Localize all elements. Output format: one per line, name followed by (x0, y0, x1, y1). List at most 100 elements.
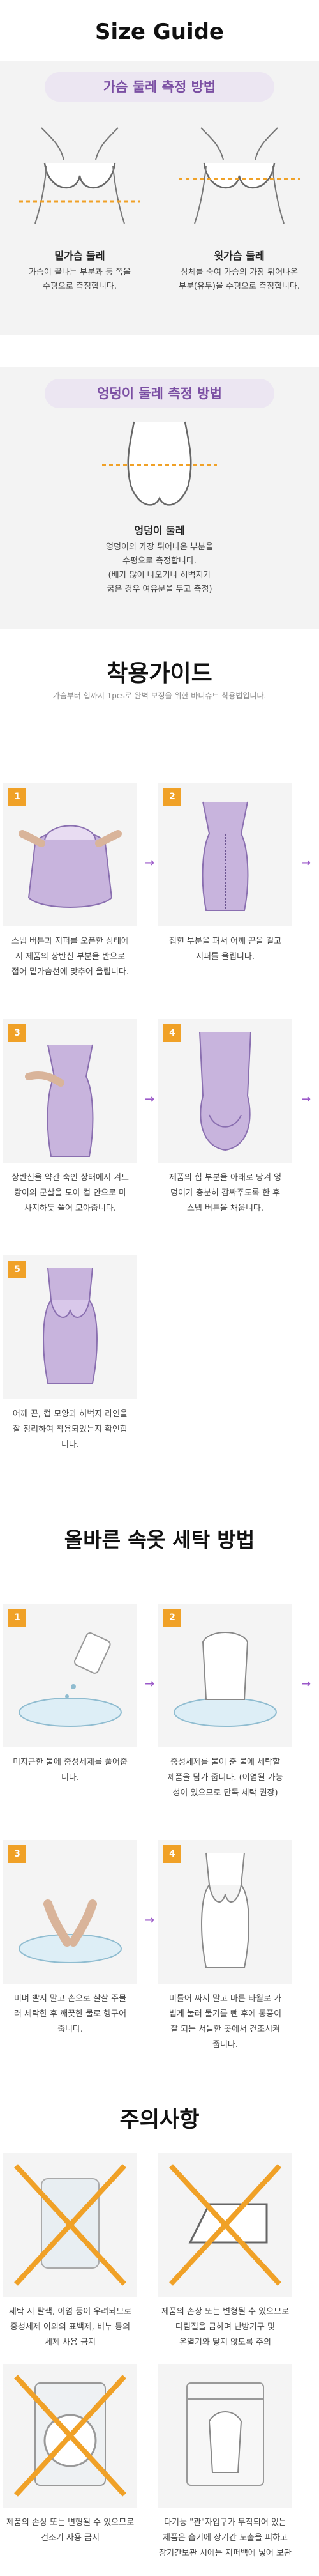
washing-step-3-image: 3 (3, 1840, 137, 1984)
wearing-step-4-text: 제품의 힙 부분을 아래로 당겨 엉 덩이가 충분히 감싸주도록 한 후 스냅 … (158, 1163, 292, 1216)
washing-step-4-line-1: 비틀어 짜지 말고 마른 타월로 가 (168, 1994, 282, 2004)
caution-2-image (158, 2153, 292, 2297)
wearing-step-3-line-3: 사지하듯 쓸어 모아줍니다. (24, 1204, 116, 1213)
caution-4-line-2: 제품은 습기에 장기간 노출을 피하고 (163, 2533, 288, 2543)
washing-step-1: 1 미지근한 물에 중성세제를 풀어줍 니다. (3, 1604, 137, 1786)
wearing-step-1-image: 1 (3, 783, 137, 926)
hip-figure (102, 421, 217, 506)
under-bust-label: 밑가슴 둘레 (54, 250, 105, 262)
hip-banner: 엉덩이 둘레 측정 방법 (45, 379, 274, 408)
caution-1-text: 세탁 시 탈색, 이염 등이 우려되므로 중성세제 이외의 표백제, 비누 등의… (3, 2297, 137, 2350)
washing-arrow-1: → (145, 1677, 155, 1690)
wearing-step-1-line-2: 서 제품의 상반신 부분을 반으로 (15, 952, 125, 962)
caution-4-line-3: 장기간보관 시에는 지퍼백에 넣어 보관 (159, 2549, 292, 2558)
caution-1: 세탁 시 탈색, 이염 등이 우려되므로 중성세제 이외의 표백제, 비누 등의… (3, 2153, 137, 2350)
top-bust-label: 윗가슴 둘레 (214, 250, 265, 262)
wearing-guide-title: 착용가이드 (107, 661, 212, 687)
caution-2-text: 제품의 손상 또는 변형될 수 있으므로 다림질을 금하며 난방기구 및 온열기… (158, 2297, 292, 2350)
wearing-step-3: 3 상반신을 약간 숙인 상태에서 겨드 랑이의 군살을 모아 컵 안으로 마 … (3, 1019, 137, 1216)
washing-step-1-image: 1 (3, 1604, 137, 1747)
wearing-step-1-line-1: 스냅 버튼과 지퍼를 오픈한 상태에 (11, 937, 129, 946)
wearing-step-3-number: 3 (8, 1024, 26, 1042)
hip-caption: 엉덩이 둘레 엉덩이의 가장 튀어나온 부분을 수평으로 측정합니다. (배가 … (83, 524, 236, 597)
caution-4: 다기능 "관"자업구가 무작되어 있는 제품은 습기에 장기간 노출을 피하고 … (158, 2364, 292, 2561)
top-bust-desc-1: 상체를 숙여 가슴의 가장 튀어나온 (181, 268, 298, 277)
caution-1-line-2: 중성세제 이외의 표백제, 비누 등의 (10, 2322, 131, 2332)
hip-desc-1: 엉덩이의 가장 튀어나온 부분을 (106, 542, 213, 552)
wearing-step-4-line-2: 덩이가 충분히 감싸주도록 한 후 (170, 1188, 280, 1198)
caution-2: 제품의 손상 또는 변형될 수 있으므로 다림질을 금하며 난방기구 및 온열기… (158, 2153, 292, 2350)
wearing-step-3-text: 상반신을 약간 숙인 상태에서 겨드 랑이의 군살을 모아 컵 안으로 마 사지… (3, 1163, 137, 1216)
caution-1-line-1: 세탁 시 탈색, 이염 등이 우려되므로 (8, 2307, 132, 2317)
page: Size Guide 가슴 둘레 측정 방법 밑가슴 둘레 가슴이 끝나는 부분… (0, 0, 319, 2576)
caution-3-text: 제품의 손상 또는 변형될 수 있으므로 건조기 사용 금지 (3, 2508, 137, 2546)
wearing-step-5: 5 어깨 끈, 컵 모양과 허벅지 라인을 잘 정리하여 착용되었는지 확인합 … (3, 1255, 137, 1453)
washing-step-2-image: 2 (158, 1604, 292, 1747)
caution-3-line-1: 제품의 손상 또는 변형될 수 있으므로 (6, 2518, 135, 2527)
wearing-step-3-image: 3 (3, 1019, 137, 1163)
step-arrow-2: → (301, 856, 311, 870)
wearing-step-4-image: 4 (158, 1019, 292, 1163)
washing-step-2-line-2: 제품을 담가 줍니다. (이염될 가능 (167, 1773, 283, 1782)
washing-step-1-text: 미지근한 물에 중성세제를 풀어줍 니다. (3, 1747, 137, 1786)
washing-step-3-line-1: 비벼 빨지 말고 손으로 살살 주물 (13, 1994, 127, 2004)
hip-desc-4: 굵은 경우 여유분을 두고 측정) (107, 585, 212, 594)
no-ironing-icon (169, 2164, 281, 2286)
washing-step-3-line-2: 러 세탁한 후 깨끗한 물로 헹구어 (13, 2009, 127, 2019)
wearing-step-3-line-2: 랑이의 군살을 모아 컵 안으로 마 (13, 1188, 127, 1198)
washing-title: 올바른 속옷 세탁 방법 (64, 1528, 255, 1552)
wearing-step-4-line-3: 스냅 버튼을 채웁니다. (186, 1204, 264, 1213)
wearing-step-5-image: 5 (3, 1255, 137, 1399)
no-bleach-icon (14, 2164, 126, 2286)
size-guide-title: Size Guide (95, 19, 224, 45)
washing-step-4-line-4: 줍니다. (212, 2040, 238, 2050)
wearing-step-2-image: 2 (158, 783, 292, 926)
wearing-step-2-line-1: 접힌 부분을 펴서 어깨 끈을 걸고 (168, 937, 282, 946)
washing-step-4: 4 비틀어 짜지 말고 마른 타월로 가 볍게 눌러 물기를 뺀 후에 통풍이 … (158, 1840, 292, 2053)
under-bust-desc-2: 수평으로 측정합니다. (43, 282, 117, 291)
wearing-step-4: 4 제품의 힙 부분을 아래로 당겨 엉 덩이가 충분히 감싸주도록 한 후 스… (158, 1019, 292, 1216)
caution-4-image (158, 2364, 292, 2508)
washing-step-2-line-1: 중성세제를 물이 준 물에 세탁할 (170, 1758, 280, 1767)
washing-step-2: 2 중성세제를 물이 준 물에 세탁할 제품을 담가 줍니다. (이염될 가능 … (158, 1604, 292, 1801)
caution-2-line-3: 온열기와 닿지 않도록 주의 (179, 2338, 271, 2347)
wearing-step-1-text: 스냅 버튼과 지퍼를 오픈한 상태에 서 제품의 상반신 부분을 반으로 접어 … (3, 926, 137, 980)
washing-step-4-line-3: 잘 되는 서늘한 곳에서 건조시켜 (170, 2025, 280, 2034)
hip-desc-3: (배가 많이 나오거나 허벅지가 (108, 571, 211, 580)
washing-step-2-number: 2 (163, 1609, 181, 1627)
wearing-step-5-line-3: 니다. (61, 1440, 80, 1450)
bust-banner: 가슴 둘레 측정 방법 (45, 72, 274, 102)
wearing-step-1: 1 스냅 버튼과 지퍼를 오픈한 상태에 서 제품의 상반신 부분을 반으로 접… (3, 783, 137, 980)
washing-step-2-line-3: 성이 있으므로 단독 세탁 권장) (172, 1788, 278, 1798)
top-bust-figure (179, 127, 300, 224)
washing-step-3-number: 3 (8, 1845, 26, 1863)
caution-1-image (3, 2153, 137, 2297)
hip-label: 엉덩이 둘레 (134, 525, 185, 537)
wearing-step-2-text: 접힌 부분을 펴서 어깨 끈을 걸고 지퍼를 올립니다. (158, 926, 292, 965)
caution-3: 제품의 손상 또는 변형될 수 있으므로 건조기 사용 금지 (3, 2364, 137, 2546)
wearing-step-5-line-1: 어깨 끈, 컵 모양과 허벅지 라인을 (12, 1409, 128, 1419)
hip-panel: 엉덩이 둘레 측정 방법 엉덩이 둘레 엉덩이의 가장 튀어나온 부분을 수평으… (0, 367, 319, 629)
washing-arrow-2: → (301, 1677, 311, 1690)
washing-step-4-number: 4 (163, 1845, 181, 1863)
wearing-step-3-line-1: 상반신을 약간 숙인 상태에서 겨드 (11, 1173, 129, 1183)
wearing-step-1-line-3: 접어 밑가슴선에 맞추어 올립니다. (11, 967, 129, 977)
caution-1-line-3: 세제 사용 금지 (44, 2338, 96, 2347)
washing-step-3-line-3: 줍니다. (57, 2025, 83, 2034)
washing-step-1-line-2: 니다. (61, 1773, 80, 1782)
wearing-step-4-number: 4 (163, 1024, 181, 1042)
wearing-step-2-line-2: 지퍼를 올립니다. (196, 952, 255, 962)
washing-step-4-text: 비틀어 짜지 말고 마른 타월로 가 볍게 눌러 물기를 뺀 후에 통풍이 잘 … (158, 1984, 292, 2053)
washing-step-4-image: 4 (158, 1840, 292, 1984)
wearing-guide-subtitle: 가슴부터 힙까지 1pcs로 완벽 보정을 위한 바디슈트 착용법입니다. (52, 691, 267, 700)
hip-desc-2: 수평으로 측정합니다. (122, 556, 197, 566)
cautions-title: 주의사항 (119, 2107, 200, 2133)
wearing-step-2: 2 접힌 부분을 펴서 어깨 끈을 걸고 지퍼를 올립니다. (158, 783, 292, 965)
wearing-step-5-text: 어깨 끈, 컵 모양과 허벅지 라인을 잘 정리하여 착용되었는지 확인합 니다… (3, 1399, 137, 1453)
wearing-step-5-number: 5 (8, 1261, 26, 1278)
washing-step-1-line-1: 미지근한 물에 중성세제를 풀어줍 (13, 1758, 128, 1767)
washing-step-1-number: 1 (8, 1609, 26, 1627)
wearing-step-5-line-2: 잘 정리하여 착용되었는지 확인합 (13, 1425, 128, 1434)
caution-3-line-2: 건조기 사용 금지 (41, 2533, 100, 2543)
bust-panel: 가슴 둘레 측정 방법 밑가슴 둘레 가슴이 끝나는 부분과 등 쪽을 수평으로… (0, 61, 319, 335)
